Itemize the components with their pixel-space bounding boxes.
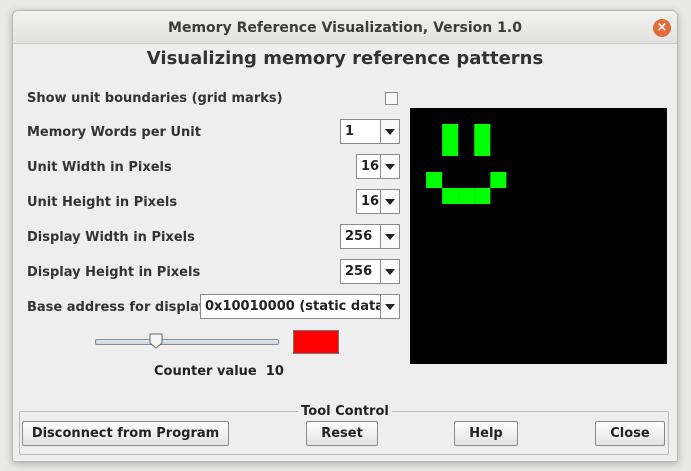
disconnect-button[interactable]: Disconnect from Program (22, 421, 229, 446)
chevron-down-icon[interactable] (380, 155, 399, 178)
lit-pixel-unit (474, 188, 491, 204)
counter-readout: Counter value 10 (154, 364, 284, 379)
page-heading: Visualizing memory reference patterns (146, 48, 544, 69)
bitmap-display (410, 108, 667, 364)
unit-height-value: 16 (361, 194, 380, 209)
chevron-down-icon[interactable] (380, 295, 399, 318)
display-width-value: 256 (345, 229, 373, 244)
lit-pixel-unit (426, 172, 443, 188)
counter-value: 10 (265, 364, 284, 379)
base-address-select[interactable]: 0x10010000 (static data) (200, 294, 400, 319)
base-address-value: 0x10010000 (static data) (205, 299, 380, 314)
chevron-down-icon[interactable] (380, 120, 399, 143)
chevron-down-icon[interactable] (380, 225, 399, 248)
words-per-unit-value: 1 (345, 124, 355, 139)
display-height-value: 256 (345, 264, 373, 279)
close-button[interactable]: Close (595, 421, 665, 446)
tool-control-title: Tool Control (298, 404, 392, 419)
words-per-unit-label: Memory Words per Unit (27, 125, 201, 140)
title-bar[interactable]: Memory Reference Visualization, Version … (13, 11, 677, 44)
chevron-down-icon[interactable] (380, 190, 399, 213)
counter-color-swatch (293, 330, 339, 354)
window-close-icon[interactable]: × (653, 19, 671, 37)
lit-pixel-unit (458, 188, 475, 204)
lit-pixel-unit (442, 188, 459, 204)
chevron-down-icon[interactable] (380, 260, 399, 283)
display-width-select[interactable]: 256 (340, 224, 400, 249)
unit-height-label: Unit Height in Pixels (27, 195, 178, 210)
display-height-select[interactable]: 256 (340, 259, 400, 284)
words-per-unit-select[interactable]: 1 (340, 119, 400, 144)
counter-label: Counter value (154, 364, 257, 379)
grid-marks-label: Show unit boundaries (grid marks) (27, 91, 283, 106)
display-width-label: Display Width in Pixels (27, 230, 195, 245)
unit-width-label: Unit Width in Pixels (27, 160, 172, 175)
window-title: Memory Reference Visualization, Version … (168, 20, 522, 36)
lit-pixel-unit (474, 124, 491, 140)
counter-slider[interactable] (95, 339, 279, 345)
grid-marks-checkbox[interactable] (385, 92, 398, 105)
lit-pixel-unit (442, 124, 459, 140)
lit-pixel-unit (474, 140, 491, 156)
unit-width-value: 16 (361, 159, 380, 174)
unit-width-select[interactable]: 16 (356, 154, 400, 179)
slider-thumb[interactable] (148, 333, 164, 349)
unit-height-select[interactable]: 16 (356, 189, 400, 214)
help-button[interactable]: Help (454, 421, 518, 446)
display-height-label: Display Height in Pixels (27, 265, 201, 280)
tool-window: Memory Reference Visualization, Version … (12, 10, 678, 462)
base-address-label: Base address for display (27, 300, 208, 315)
lit-pixel-unit (442, 140, 459, 156)
reset-button[interactable]: Reset (306, 421, 378, 446)
lit-pixel-unit (490, 172, 507, 188)
